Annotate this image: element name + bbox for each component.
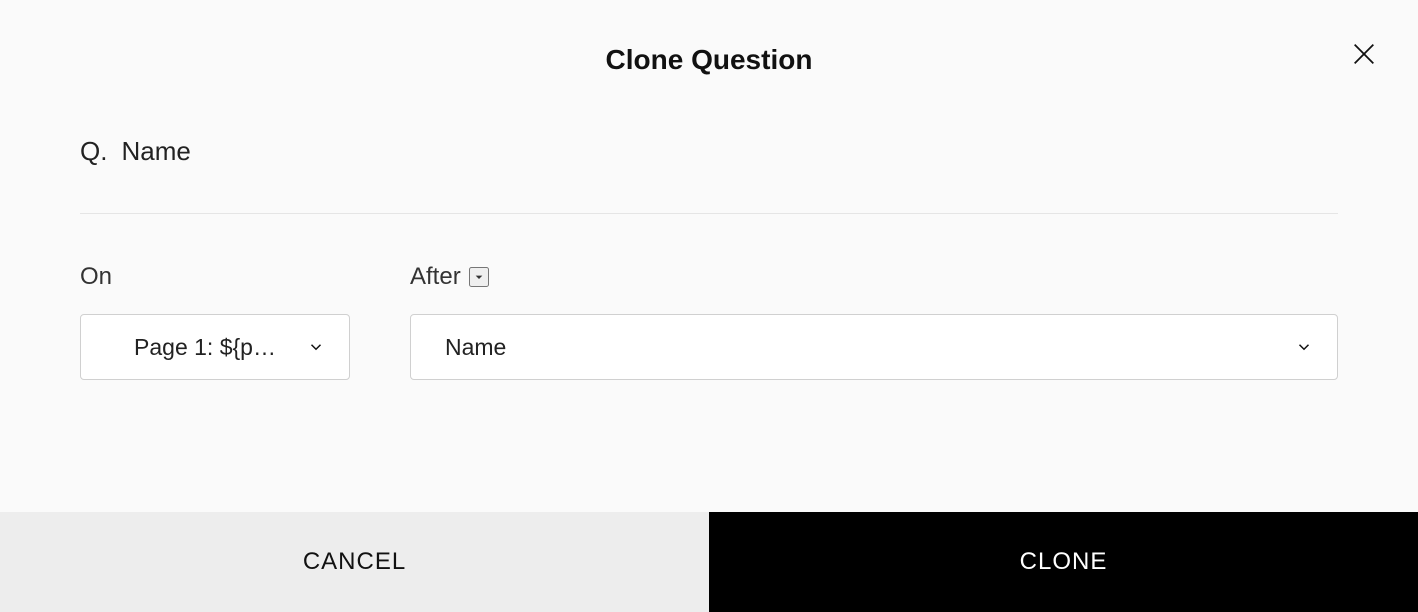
on-label-row: On — [80, 262, 350, 292]
close-button[interactable] — [1348, 38, 1380, 70]
cancel-button[interactable]: CANCEL — [0, 512, 709, 612]
clone-button[interactable]: CLONE — [709, 512, 1418, 612]
dialog-footer: CANCEL CLONE — [0, 512, 1418, 612]
after-position-toggle[interactable] — [469, 267, 489, 287]
question-row: Q. Name — [80, 136, 1338, 214]
on-control-group: On Page 1: ${p… — [80, 262, 350, 380]
on-page-value: Page 1: ${p… — [115, 334, 295, 361]
chevron-down-icon — [307, 338, 325, 356]
close-icon — [1350, 40, 1378, 68]
dialog-header: Clone Question — [0, 0, 1418, 96]
question-prefix: Q. — [80, 136, 107, 167]
chevron-down-icon — [1295, 338, 1313, 356]
dialog-content: Q. Name On Page 1: ${p… After — [0, 96, 1418, 512]
after-control-group: After Name — [410, 262, 1338, 380]
on-label: On — [80, 263, 112, 291]
clone-question-dialog: Clone Question Q. Name On Page 1: ${p… — [0, 0, 1418, 612]
after-label-row: After — [410, 262, 1338, 292]
after-question-value: Name — [445, 334, 1283, 361]
question-name: Name — [121, 136, 190, 167]
after-label: After — [410, 263, 461, 291]
after-question-select[interactable]: Name — [410, 314, 1338, 380]
on-page-select[interactable]: Page 1: ${p… — [80, 314, 350, 380]
dialog-title: Clone Question — [0, 44, 1418, 76]
caret-down-icon — [471, 269, 487, 285]
controls-row: On Page 1: ${p… After Name — [80, 214, 1338, 380]
